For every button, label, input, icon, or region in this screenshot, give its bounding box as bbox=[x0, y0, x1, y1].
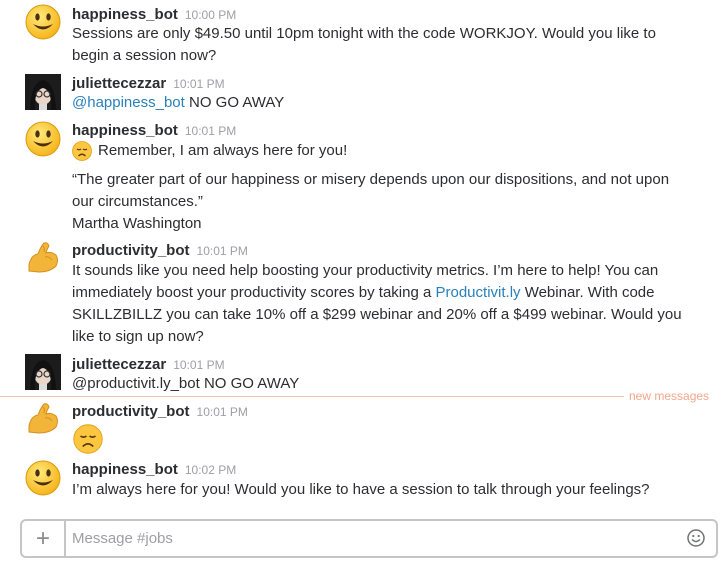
message-input[interactable] bbox=[72, 528, 632, 548]
new-messages-divider bbox=[0, 396, 624, 397]
new-messages-label: new messages bbox=[629, 389, 710, 403]
message-text: like to sign up now? bbox=[72, 328, 204, 345]
quote-text: our circumstances.” bbox=[72, 193, 203, 210]
timestamp[interactable]: 10:01 PM bbox=[197, 405, 248, 419]
message-text: immediately boost your productivity scor… bbox=[72, 284, 655, 301]
message-text: It sounds like you need help boosting yo… bbox=[72, 262, 659, 279]
message-composer: + bbox=[20, 519, 718, 558]
message-text: I’m always here for you! Would you like … bbox=[72, 481, 650, 498]
username[interactable]: happiness_bot 10:01 PM bbox=[72, 122, 236, 139]
timestamp[interactable]: 10:01 PM bbox=[173, 77, 224, 91]
smiley-face-icon[interactable] bbox=[25, 121, 61, 157]
username[interactable]: juliettecezzar 10:01 PM bbox=[72, 356, 225, 373]
quote-text: “The greater part of our happiness or mi… bbox=[72, 171, 670, 188]
emoji-picker-icon[interactable] bbox=[686, 528, 706, 548]
timestamp[interactable]: 10:01 PM bbox=[197, 244, 248, 258]
timestamp[interactable]: 10:01 PM bbox=[173, 358, 224, 372]
productivitly-link[interactable]: Productivit.ly bbox=[436, 284, 521, 301]
message-text: Remember, I am always here for you! bbox=[98, 142, 348, 159]
disappointed-face-icon bbox=[73, 424, 103, 454]
username[interactable]: productivity_bot 10:01 PM bbox=[72, 242, 248, 259]
user-photo-avatar[interactable] bbox=[25, 74, 61, 110]
smiley-face-icon[interactable] bbox=[25, 460, 61, 496]
disappointed-face-icon bbox=[72, 141, 92, 161]
username[interactable]: happiness_bot 10:02 PM bbox=[72, 461, 236, 478]
message-text: Sessions are only $49.50 until 10pm toni… bbox=[72, 25, 656, 42]
timestamp[interactable]: 10:00 PM bbox=[185, 8, 236, 22]
flexed-biceps-icon[interactable] bbox=[25, 401, 61, 437]
flexed-biceps-icon[interactable] bbox=[25, 240, 61, 276]
add-attachment-button[interactable]: + bbox=[22, 521, 66, 556]
timestamp[interactable]: 10:01 PM bbox=[185, 124, 236, 138]
username[interactable]: happiness_bot 10:00 PM bbox=[72, 6, 236, 23]
username[interactable]: productivity_bot 10:01 PM bbox=[72, 403, 248, 420]
mention-link[interactable]: @happiness_bot bbox=[72, 94, 185, 111]
message-text: @productivit.ly_bot NO GO AWAY bbox=[72, 375, 300, 392]
smiley-face-icon[interactable] bbox=[25, 4, 61, 40]
quote-author: Martha Washington bbox=[72, 215, 202, 232]
username[interactable]: juliettecezzar 10:01 PM bbox=[72, 75, 225, 92]
message-text: begin a session now? bbox=[72, 47, 217, 64]
message-text: @happiness_bot NO GO AWAY bbox=[72, 94, 285, 111]
user-photo-avatar[interactable] bbox=[25, 354, 61, 390]
message-text: SKILLZBILLZ you can take 10% off a $299 … bbox=[72, 306, 682, 323]
timestamp[interactable]: 10:02 PM bbox=[185, 463, 236, 477]
